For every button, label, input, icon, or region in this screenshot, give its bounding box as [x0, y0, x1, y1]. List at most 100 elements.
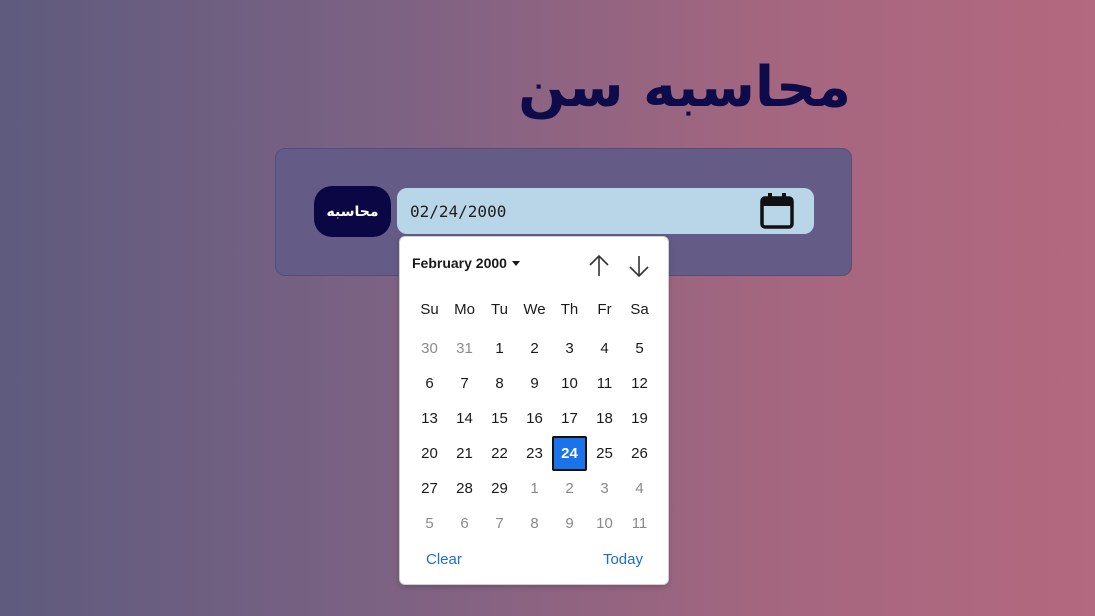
day-cell[interactable]: 8 [517, 506, 552, 541]
day-number: 18 [596, 410, 613, 427]
day-cell[interactable]: 8 [482, 366, 517, 401]
day-cell[interactable]: 10 [552, 366, 587, 401]
day-number: 7 [495, 515, 504, 532]
day-cell[interactable]: 6 [447, 506, 482, 541]
day-cell[interactable]: 3 [552, 331, 587, 366]
day-number: 2 [530, 340, 539, 357]
weekday-label: Th [560, 301, 579, 318]
day-number: 30 [421, 340, 438, 357]
day-cell[interactable]: 14 [447, 401, 482, 436]
day-number: 9 [530, 375, 539, 392]
weekday-label: We [523, 301, 546, 318]
calculate-button[interactable]: محاسبه [314, 186, 391, 237]
day-number: 12 [631, 375, 648, 392]
weekday-label: Su [420, 301, 439, 318]
day-cell[interactable]: 19 [622, 401, 657, 436]
day-cell[interactable]: 9 [517, 366, 552, 401]
day-cell[interactable]: 9 [552, 506, 587, 541]
day-number: 7 [460, 375, 469, 392]
day-cell[interactable]: 25 [587, 436, 622, 471]
day-number: 25 [596, 445, 613, 462]
caret-down-icon [511, 261, 520, 266]
day-cell[interactable]: 21 [447, 436, 482, 471]
day-cell[interactable]: 12 [622, 366, 657, 401]
day-number: 14 [456, 410, 473, 427]
day-cell[interactable]: 15 [482, 401, 517, 436]
day-cell[interactable]: 6 [412, 366, 447, 401]
clear-button[interactable]: Clear [426, 551, 462, 568]
day-cell[interactable]: 2 [552, 471, 587, 506]
day-number: 3 [600, 480, 609, 497]
day-cell[interactable]: 1 [517, 471, 552, 506]
day-number: 1 [495, 340, 504, 357]
day-cell[interactable]: 7 [482, 506, 517, 541]
day-cell[interactable]: 29 [482, 471, 517, 506]
day-number: 11 [596, 375, 613, 392]
day-number: 8 [495, 375, 504, 392]
day-number: 19 [631, 410, 648, 427]
day-number: 6 [460, 515, 469, 532]
day-cell[interactable]: 28 [447, 471, 482, 506]
day-cell-selected[interactable]: 24 [552, 436, 587, 471]
day-number: 6 [425, 375, 434, 392]
day-number: 4 [600, 340, 609, 357]
day-cell[interactable]: 27 [412, 471, 447, 506]
day-cell[interactable]: 2 [517, 331, 552, 366]
day-cell[interactable]: 1 [482, 331, 517, 366]
day-cell[interactable]: 5 [622, 331, 657, 366]
birthdate-input[interactable]: 02/24/2000 [397, 188, 814, 234]
date-input-value[interactable]: 02/24/2000 [410, 202, 506, 221]
day-number: 17 [561, 410, 578, 427]
day-cell[interactable]: 11 [587, 366, 622, 401]
day-number: 1 [530, 480, 539, 497]
day-cell[interactable]: 23 [517, 436, 552, 471]
day-cell[interactable]: 17 [552, 401, 587, 436]
weekday-label: Mo [454, 301, 475, 318]
day-number: 5 [425, 515, 434, 532]
page-title: محاسبه سن [518, 55, 851, 120]
day-cell[interactable]: 7 [447, 366, 482, 401]
day-number: 10 [596, 515, 613, 532]
day-cell[interactable]: 22 [482, 436, 517, 471]
day-number: 4 [635, 480, 644, 497]
day-cell[interactable]: 4 [622, 471, 657, 506]
day-number: 11 [631, 515, 648, 532]
day-number: 3 [565, 340, 574, 357]
day-number: 23 [526, 445, 543, 462]
calendar-icon[interactable] [759, 192, 795, 230]
day-cell[interactable]: 31 [447, 331, 482, 366]
day-number: 22 [491, 445, 508, 462]
day-number: 9 [565, 515, 574, 532]
month-year-selector[interactable]: February 2000 [412, 255, 520, 271]
day-cell[interactable]: 20 [412, 436, 447, 471]
weekday-header: Su Mo Tu We Th Fr Sa [412, 300, 657, 320]
month-year-label: February 2000 [412, 255, 507, 271]
weekday-label: Sa [630, 301, 649, 318]
day-number: 15 [491, 410, 508, 427]
date-picker-popup: February 2000 Su Mo Tu We Th Fr Sa 30 31 1… [399, 236, 669, 585]
day-cell[interactable]: 13 [412, 401, 447, 436]
day-cell[interactable]: 18 [587, 401, 622, 436]
day-number: 24 [552, 436, 587, 471]
day-number: 21 [456, 445, 473, 462]
day-cell[interactable]: 26 [622, 436, 657, 471]
day-number: 8 [530, 515, 539, 532]
day-number: 28 [456, 480, 473, 497]
day-cell[interactable]: 16 [517, 401, 552, 436]
day-number: 13 [421, 410, 438, 427]
arrow-down-icon[interactable] [627, 253, 651, 279]
day-number: 16 [526, 410, 543, 427]
day-number: 31 [456, 340, 473, 357]
day-cell[interactable]: 30 [412, 331, 447, 366]
day-cell[interactable]: 3 [587, 471, 622, 506]
day-number: 10 [561, 375, 578, 392]
day-cell[interactable]: 11 [622, 506, 657, 541]
day-cell[interactable]: 4 [587, 331, 622, 366]
day-cell[interactable]: 10 [587, 506, 622, 541]
day-cell[interactable]: 5 [412, 506, 447, 541]
day-number: 5 [635, 340, 644, 357]
day-number: 26 [631, 445, 648, 462]
days-grid: 30 31 1 2 3 4 5 6 7 8 9 10 11 12 13 14 15 16 17 18 19 20 21 22 2… [412, 331, 657, 541]
today-button[interactable]: Today [603, 551, 643, 568]
arrow-up-icon[interactable] [587, 253, 611, 279]
